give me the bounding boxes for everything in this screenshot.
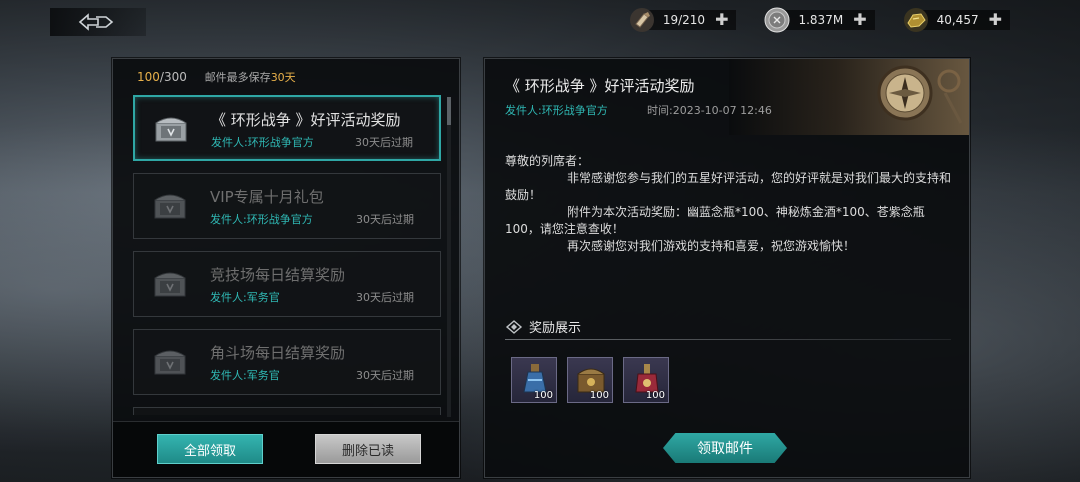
resource-scroll: 19/210 ✚ [629, 7, 737, 33]
mail-body: 尊敬的列席者： 非常感谢您参与我们的五星好评活动，您的好评就是对我们最大的支持和… [505, 153, 951, 255]
reward-quantity: 100 [645, 390, 665, 401]
mail-expiry: 30天后过期 [356, 369, 414, 382]
mail-paragraph: 非常感谢您参与我们的五星好评活动，您的好评就是对我们最大的支持和鼓励！ [505, 171, 952, 202]
reward-quantity: 100 [533, 390, 553, 401]
gold-ore-icon [903, 7, 929, 33]
mail-expiry: 30天后过期 [356, 291, 414, 304]
add-scroll-button[interactable]: ✚ [715, 12, 728, 28]
compass-icon [877, 65, 963, 124]
divider [505, 339, 951, 340]
mail-greeting: 尊敬的列席者： [505, 154, 590, 168]
reward-section-heading: 奖励展示 [505, 317, 581, 336]
claim-mail-button[interactable]: 领取邮件 [663, 433, 787, 463]
diamond-icon [505, 319, 523, 334]
mail-title: VIP专属十月礼包 [210, 188, 324, 206]
mail-sender: 发件人:军务官 [210, 291, 280, 304]
chest-icon [154, 194, 186, 219]
mail-expiry: 30天后过期 [355, 136, 413, 149]
mail-title: 竞技场每日结算奖励 [210, 266, 346, 284]
scroll-icon [629, 7, 655, 33]
scroll-count: 19/210 [662, 13, 706, 27]
mail-title: 《 环形战争 》好评活动奖励 [211, 111, 401, 129]
mail-paragraph: 附件为本次活动奖励：幽蓝念瓶*100、神秘炼金酒*100、苍紫念瓶100，请您注… [505, 205, 925, 236]
mail-count-max: /300 [159, 70, 187, 84]
reward-item[interactable]: 100 [623, 357, 669, 403]
add-gold-button[interactable]: ✚ [989, 12, 1002, 28]
mail-list-scrollbar[interactable] [447, 97, 451, 417]
retention-days: 30天 [270, 71, 296, 84]
list-item-partial[interactable] [133, 407, 441, 415]
delete-read-button[interactable]: 删除已读 [315, 434, 421, 464]
mail-detail-sender: 发件人:环形战争官方 [505, 104, 608, 117]
mail-sender: 发件人:军务官 [210, 369, 280, 382]
compass-banner-image [729, 59, 969, 135]
silver-coin-icon [764, 7, 790, 33]
mail-count: 100/300 邮件最多保存30天 [137, 69, 296, 85]
mail-sender: 发件人:环形战争官方 [210, 213, 313, 226]
resource-pill: 40,457 ✚ [920, 10, 1010, 30]
reward-item[interactable]: 100 [511, 357, 557, 403]
mail-sender: 发件人:环形战争官方 [211, 136, 314, 149]
list-item[interactable]: 角斗场每日结算奖励 发件人:军务官 30天后过期 [133, 329, 441, 395]
mail-detail-title: 《 环形战争 》好评活动奖励 [505, 77, 695, 95]
reward-item[interactable]: 100 [567, 357, 613, 403]
mail-expiry: 30天后过期 [356, 213, 414, 226]
retention-prefix: 邮件最多保存 [204, 71, 271, 84]
resource-gold: 40,457 ✚ [903, 7, 1010, 33]
reward-quantity: 100 [589, 390, 609, 401]
resource-pill: 19/210 ✚ [646, 10, 737, 30]
chest-icon [154, 350, 186, 375]
resource-bar: 19/210 ✚ 1.837M ✚ 40,457 ✚ [629, 7, 1010, 33]
mail-detail-panel: 《 环形战争 》好评活动奖励 发件人:环形战争官方 时间:2023-10-07 … [484, 58, 970, 478]
mail-list[interactable]: 《 环形战争 》好评活动奖励 发件人:环形战争官方 30天后过期 VIP专属十月… [133, 95, 441, 415]
reward-heading-label: 奖励展示 [529, 321, 582, 336]
list-item[interactable]: 竞技场每日结算奖励 发件人:军务官 30天后过期 [133, 251, 441, 317]
claim-all-button[interactable]: 全部领取 [157, 434, 263, 464]
mail-detail-time: 时间:2023-10-07 12:46 [647, 104, 772, 117]
back-button[interactable] [50, 8, 146, 36]
mail-paragraph: 再次感谢您对我们游戏的支持和喜爱，祝您游戏愉快！ [567, 239, 856, 253]
list-item[interactable]: 《 环形战争 》好评活动奖励 发件人:环形战争官方 30天后过期 [133, 95, 441, 161]
gold-count: 40,457 [936, 13, 979, 27]
resource-silver: 1.837M ✚ [764, 7, 875, 33]
mail-count-current: 100 [137, 70, 160, 84]
mail-retention-note: 邮件最多保存30天 [205, 71, 296, 84]
add-silver-button[interactable]: ✚ [853, 12, 866, 28]
mail-list-panel: 100/300 邮件最多保存30天 《 环形战争 》好评活动奖励 发件人:环形战… [112, 58, 460, 478]
back-emblem-icon [78, 13, 114, 31]
resource-pill: 1.837M ✚ [782, 10, 875, 30]
list-item[interactable]: VIP专属十月礼包 发件人:环形战争官方 30天后过期 [133, 173, 441, 239]
scrollbar-thumb[interactable] [447, 97, 451, 125]
mail-list-footer: 全部领取 删除已读 [113, 421, 459, 477]
mail-title: 角斗场每日结算奖励 [210, 344, 346, 362]
reward-list: 100 100 100 [511, 357, 669, 403]
chest-icon [155, 117, 187, 142]
chest-icon [154, 272, 186, 297]
silver-count: 1.837M [798, 13, 844, 27]
